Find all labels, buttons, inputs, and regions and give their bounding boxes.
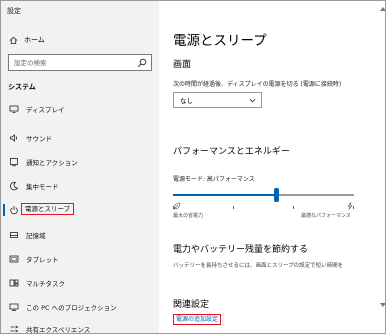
active-indicator [3, 204, 5, 216]
section-label-system: システム [8, 83, 36, 91]
search-icon[interactable] [137, 58, 147, 68]
sidebar-item-focus-assist[interactable]: 集中モード [1, 178, 159, 194]
sidebar-item-shared-experiences[interactable]: 共有エクスペリエンス [1, 321, 159, 334]
sidebar-item-sound[interactable]: サウンド [1, 130, 159, 146]
screen-timeout-value: なし [180, 97, 193, 105]
sidebar-item-label: タブレット [26, 256, 59, 264]
slider-track-filled [173, 194, 276, 196]
screen-heading: 画面 [173, 60, 192, 70]
power-mode-slider[interactable] [173, 188, 354, 202]
sidebar-item-label: この PC へのプロジェクション [26, 304, 117, 312]
additional-power-settings-link[interactable]: 電源の追加設定 [173, 314, 222, 325]
sidebar-item-label: ディスプレイ [26, 106, 65, 114]
moon-icon [9, 181, 19, 191]
sidebar-item-label: マルチタスク [26, 280, 65, 288]
home-label: ホーム [24, 36, 45, 44]
battery-description: バッテリーを長持ちさせるには、画面とスリープの設定で短い時間を [173, 263, 344, 269]
home-icon [9, 36, 18, 44]
screen-timeout-label: 次の時間が経過後、ディスプレイの電源を切る (電源に接続時) [173, 81, 342, 88]
sidebar-item-display[interactable]: ディスプレイ [1, 101, 159, 117]
sidebar-item-label: 通知とアクション [26, 159, 78, 167]
slider-left-caption: 最大の省電力 [173, 213, 204, 219]
battery-heading: 電力やバッテリー残量を節約する [173, 245, 309, 255]
sidebar-item-multitasking[interactable]: マルチタスク [1, 275, 159, 291]
app-title: 設定 [7, 7, 21, 15]
slider-thumb[interactable] [274, 188, 279, 202]
screen-timeout-dropdown[interactable]: なし [173, 92, 262, 108]
page-title: 電源とスリープ [173, 33, 267, 49]
sidebar-item-projection[interactable]: この PC へのプロジェクション [1, 299, 159, 315]
lightning-icon [347, 202, 353, 210]
multitask-icon [9, 278, 19, 288]
sidebar: 設定 ホーム システム ディスプレイ サウンド 通知とアクション 集中モード [1, 1, 159, 334]
share-icon [9, 324, 19, 333]
slider-track-empty [276, 194, 354, 196]
sidebar-item-label: サウンド [26, 135, 52, 143]
main-content: 電源とスリープ 画面 次の時間が経過後、ディスプレイの電源を切る (電源に接続時… [159, 1, 385, 333]
scroll-up-arrow-icon[interactable] [380, 7, 385, 11]
power-icon [9, 205, 19, 215]
sidebar-item-label: 電源とスリープ [21, 203, 75, 215]
leaf-icon [173, 202, 181, 210]
sidebar-item-label: 集中モード [26, 183, 59, 191]
notification-icon [9, 157, 19, 167]
sidebar-item-tablet[interactable]: タブレット [1, 251, 159, 267]
chevron-down-icon [249, 98, 256, 103]
related-settings-heading: 関連設定 [173, 300, 210, 310]
projection-icon [9, 302, 19, 312]
display-icon [9, 104, 19, 114]
sidebar-item-label: 共有エクスペリエンス [26, 326, 91, 334]
search-box[interactable] [8, 54, 152, 71]
power-mode-label: 電源モード: 高パフォーマンス [173, 176, 255, 183]
search-input[interactable] [14, 56, 132, 69]
slider-tick [293, 206, 294, 209]
sidebar-item-label: 記憶域 [26, 232, 46, 240]
slider-tick [233, 206, 234, 209]
tablet-icon [9, 254, 19, 264]
storage-icon [9, 230, 19, 240]
home-nav-item[interactable]: ホーム [9, 34, 45, 46]
scroll-down-arrow-icon[interactable] [380, 303, 385, 307]
sidebar-item-storage[interactable]: 記憶域 [1, 227, 159, 243]
scrollbar[interactable] [380, 7, 385, 331]
settings-window: 設定 ホーム システム ディスプレイ サウンド 通知とアクション 集中モード [0, 0, 386, 334]
performance-heading: パフォーマンスとエネルギー [173, 147, 290, 157]
sidebar-item-power-sleep[interactable]: 電源とスリープ [1, 202, 159, 218]
slider-right-caption: 最適なパフォーマンス [301, 213, 351, 219]
speaker-icon [9, 133, 19, 143]
sidebar-item-notifications[interactable]: 通知とアクション [1, 154, 159, 170]
